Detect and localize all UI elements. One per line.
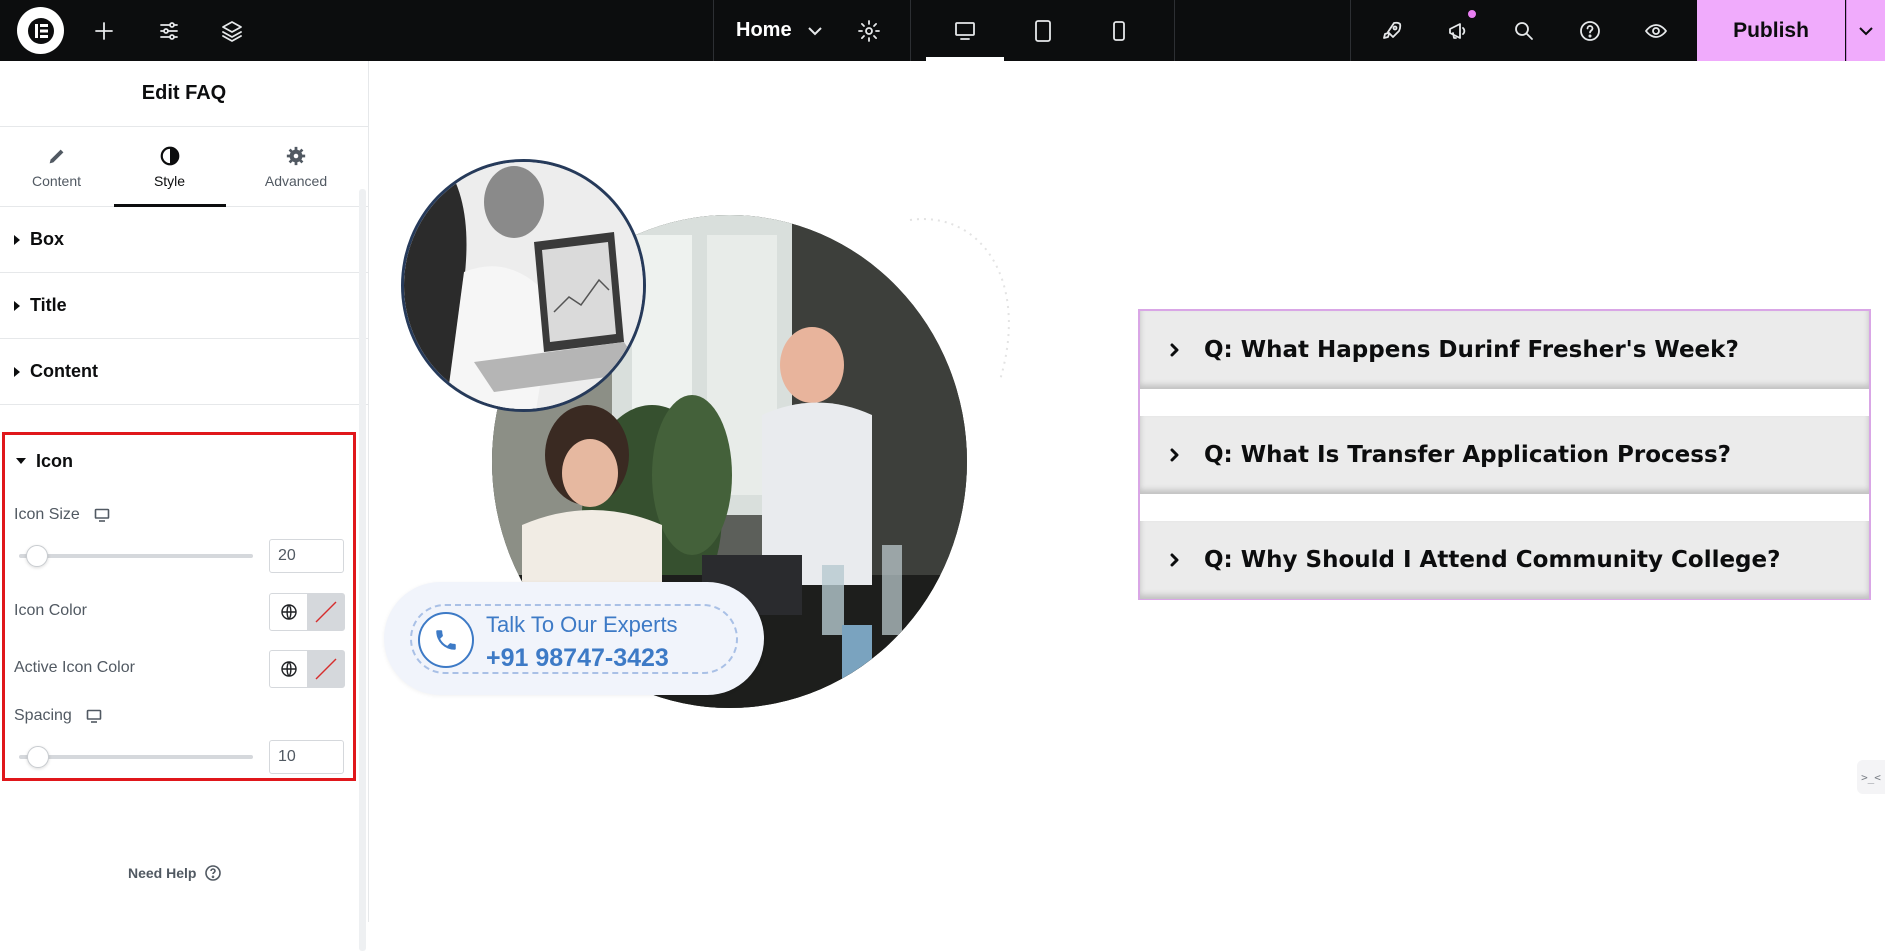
section-icon-highlighted: Icon Icon Size 20 Icon Color Active Icon… [2, 432, 356, 781]
faq-widget[interactable]: Q: What Happens Durinf Fresher's Week? Q… [1138, 309, 1871, 600]
faq-question: Q: What Is Transfer Application Process? [1204, 442, 1731, 468]
icon-color-label: Icon Color [14, 602, 87, 619]
spacing-label: Spacing [14, 707, 102, 725]
cta-phone-number[interactable]: +91 98747-3423 [486, 644, 669, 673]
globe-icon[interactable] [270, 594, 308, 630]
chevron-right-icon [1168, 553, 1182, 567]
help-icon[interactable] [1565, 0, 1615, 61]
chevron-down-icon [1859, 26, 1873, 35]
publish-button[interactable]: Publish [1697, 0, 1845, 61]
caret-right-icon [14, 234, 20, 245]
spacing-slider[interactable] [19, 755, 253, 759]
gear-icon [286, 146, 306, 165]
color-swatch-empty[interactable] [308, 594, 344, 630]
publish-options-button[interactable] [1846, 0, 1885, 61]
divider [1174, 0, 1175, 61]
layers-icon[interactable] [207, 0, 257, 61]
section-label: Content [30, 361, 98, 381]
phone-icon [418, 612, 474, 668]
section-icon[interactable]: Icon [5, 435, 353, 487]
spacing-text: Spacing [14, 707, 72, 724]
page-selector[interactable]: Home [736, 0, 824, 61]
add-icon[interactable] [79, 0, 129, 61]
gear-icon[interactable] [844, 0, 894, 61]
pencil-icon [49, 149, 63, 163]
search-icon[interactable] [1499, 0, 1549, 61]
globe-icon[interactable] [270, 651, 308, 687]
need-help-link[interactable]: Need Help [128, 864, 222, 882]
faq-item[interactable]: Q: Why Should I Attend Community College… [1140, 521, 1869, 599]
divider [713, 0, 714, 61]
cta-title: Talk To Our Experts [486, 612, 678, 637]
contact-cta-border: Talk To Our Experts +91 98747-3423 [410, 604, 738, 674]
rocket-icon[interactable] [1367, 0, 1417, 61]
need-help-text: Need Help [128, 865, 197, 881]
icon-size-label: Icon Size [14, 506, 110, 524]
icon-size-slider-handle[interactable] [26, 545, 48, 567]
section-label: Box [30, 229, 65, 249]
icon-size-text: Icon Size [14, 506, 80, 523]
tab-content[interactable]: Content [0, 127, 113, 206]
spacing-slider-handle[interactable] [27, 746, 49, 768]
faq-question: Q: Why Should I Attend Community College… [1204, 547, 1781, 573]
divider [1350, 0, 1351, 61]
icon-color-control[interactable] [269, 593, 345, 631]
notification-dot [1467, 9, 1477, 19]
faq-item[interactable]: Q: What Is Transfer Application Process? [1140, 416, 1869, 494]
tab-advanced[interactable]: Advanced [226, 127, 366, 206]
half-circle-icon [160, 146, 179, 165]
settings-sliders-icon[interactable] [144, 0, 194, 61]
elementor-logo-icon[interactable] [17, 7, 64, 54]
panel-title: Edit FAQ [0, 61, 368, 127]
tab-label: Advanced [264, 172, 328, 189]
side-widget-button[interactable]: >_< [1857, 760, 1885, 794]
section-box[interactable]: Box [0, 207, 368, 273]
eye-icon[interactable] [1631, 0, 1681, 61]
desktop-icon[interactable] [940, 0, 990, 61]
active-icon-color-control[interactable] [269, 650, 345, 688]
desktop-icon[interactable] [94, 507, 110, 523]
chevron-right-icon [1168, 343, 1182, 357]
divider [910, 0, 911, 61]
section-content[interactable]: Content [0, 339, 368, 405]
faq-question: Q: What Happens Durinf Fresher's Week? [1204, 337, 1739, 363]
section-label: Icon [36, 450, 74, 471]
panel-scrollbar[interactable] [359, 189, 366, 951]
top-bar: Home Publish [0, 0, 1885, 61]
page-name: Home [736, 19, 792, 41]
megaphone-icon[interactable] [1433, 0, 1483, 61]
tab-label: Style [153, 172, 186, 189]
icon-size-input[interactable]: 20 [269, 539, 344, 573]
caret-right-icon [14, 366, 20, 377]
tab-label: Content [31, 172, 82, 189]
chevron-right-icon [1168, 448, 1182, 462]
color-swatch-empty[interactable] [308, 651, 344, 687]
section-title[interactable]: Title [0, 273, 368, 339]
help-icon [205, 865, 222, 881]
panel-tabs: Content Style Advanced [0, 127, 368, 207]
chevron-down-icon [807, 26, 822, 35]
active-tab-indicator [114, 204, 226, 207]
section-label: Title [30, 295, 67, 315]
tablet-icon[interactable] [1018, 0, 1068, 61]
editor-panel: Edit FAQ Content Style Advanced Box Titl… [0, 61, 369, 951]
caret-right-icon [14, 300, 20, 311]
active-icon-color-label: Active Icon Color [14, 659, 135, 676]
icon-size-slider[interactable] [19, 554, 253, 558]
faq-item[interactable]: Q: What Happens Durinf Fresher's Week? [1140, 311, 1869, 389]
desktop-icon[interactable] [86, 708, 102, 724]
tab-style[interactable]: Style [113, 127, 226, 206]
contact-cta-card[interactable]: Talk To Our Experts +91 98747-3423 [384, 582, 764, 695]
mobile-icon[interactable] [1094, 0, 1144, 61]
caret-down-icon [16, 458, 26, 464]
spacing-input[interactable]: 10 [269, 740, 344, 774]
woman-laptop-photo [401, 159, 646, 412]
